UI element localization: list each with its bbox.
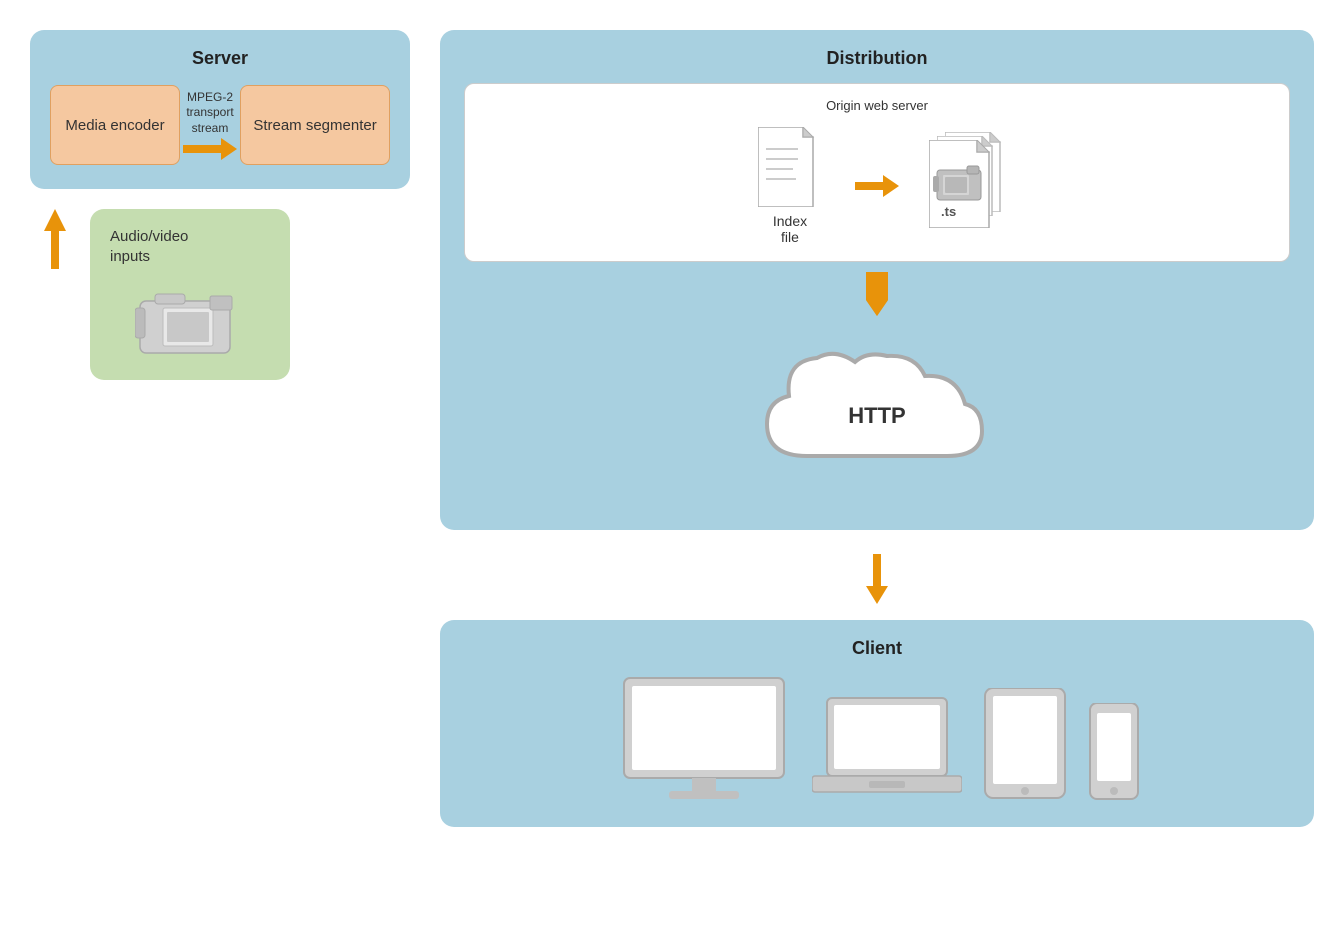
av-section: Audio/videoinputs	[30, 209, 410, 380]
distribution-title: Distribution	[464, 48, 1290, 69]
dist-client-arrow-icon	[866, 554, 888, 604]
av-box: Audio/videoinputs	[90, 209, 290, 380]
server-box: Server Media encoder MPEG-2transportstre…	[30, 30, 410, 189]
up-arrow-icon	[44, 209, 66, 269]
desktop-monitor-icon	[614, 673, 794, 803]
cloud-wrap: HTTP	[747, 346, 1007, 486]
ts-file-front-svg: .ts	[929, 140, 999, 228]
media-encoder-box: Media encoder	[50, 85, 180, 165]
client-title: Client	[464, 638, 1290, 659]
diagram-container: Server Media encoder MPEG-2transportstre…	[0, 0, 1344, 945]
cloud-label: HTTP	[848, 403, 905, 429]
distribution-box: Distribution Origin web server	[440, 30, 1314, 530]
mpeg-label: MPEG-2transportstream	[186, 90, 233, 137]
index-file-svg	[758, 127, 823, 207]
ts-files-stack: .ts	[929, 140, 999, 233]
client-inner	[464, 673, 1290, 803]
stream-segmenter-label: Stream segmenter	[253, 117, 376, 134]
phone-icon	[1088, 703, 1140, 803]
up-arrow-col	[30, 209, 80, 269]
camera-icon-wrap	[110, 286, 270, 356]
origin-to-cloud-arrow	[464, 272, 1290, 316]
cloud-section: HTTP	[464, 326, 1290, 506]
index-file-icon: Indexfile	[755, 127, 825, 245]
index-to-ts-arrow-icon	[855, 175, 899, 197]
mpeg-arrow-area: MPEG-2transportstream	[180, 90, 240, 161]
stream-segmenter-box: Stream segmenter	[240, 85, 390, 165]
server-title: Server	[50, 48, 390, 69]
origin-label: Origin web server	[481, 98, 1273, 113]
media-encoder-label: Media encoder	[65, 117, 164, 134]
dist-to-client-arrow	[440, 554, 1314, 604]
client-box: Client	[440, 620, 1314, 827]
index-file-label: Indexfile	[773, 213, 807, 245]
camera-icon	[135, 286, 245, 356]
ts-file-front: .ts	[929, 140, 999, 233]
down-arrow-icon	[866, 272, 888, 316]
server-inner: Media encoder MPEG-2transportstream Stre…	[50, 85, 390, 165]
av-title: Audio/videoinputs	[110, 227, 188, 266]
right-column: Distribution Origin web server	[440, 30, 1314, 827]
origin-server-box: Origin web server	[464, 83, 1290, 262]
laptop-icon	[812, 693, 962, 803]
svg-text:.ts: .ts	[941, 204, 956, 219]
left-column: Server Media encoder MPEG-2transportstre…	[30, 30, 410, 380]
origin-inner: Indexfile	[481, 127, 1273, 245]
arrow-right-icon	[183, 138, 237, 160]
tablet-icon	[980, 688, 1070, 803]
